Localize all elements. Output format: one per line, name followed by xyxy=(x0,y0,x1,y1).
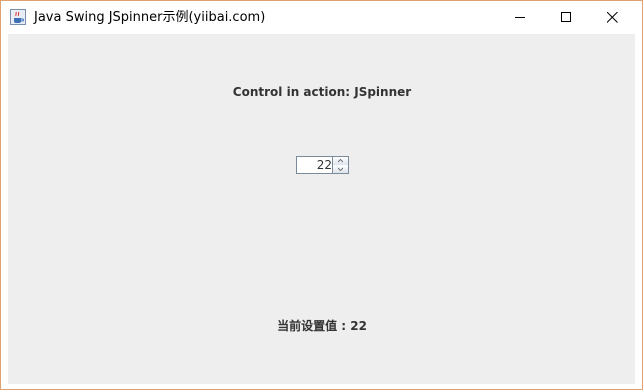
chevron-up-icon xyxy=(338,159,343,163)
app-window: Java Swing JSpinner示例(yiibai.com) Contro… xyxy=(0,0,643,390)
spinner-decrement-button[interactable] xyxy=(332,165,349,174)
number-spinner[interactable]: 22 xyxy=(296,156,349,174)
maximize-icon xyxy=(561,12,571,22)
close-icon xyxy=(607,12,618,23)
window-title: Java Swing JSpinner示例(yiibai.com) xyxy=(34,10,266,25)
chevron-down-icon xyxy=(338,167,343,171)
header-label: Control in action: JSpinner xyxy=(232,85,412,99)
minimize-button[interactable] xyxy=(498,1,544,34)
close-button[interactable] xyxy=(590,1,636,34)
title-bar[interactable]: Java Swing JSpinner示例(yiibai.com) xyxy=(1,1,642,34)
spinner-value-field[interactable]: 22 xyxy=(296,156,333,174)
java-cup-icon[interactable] xyxy=(10,9,26,25)
minimize-icon xyxy=(515,17,525,18)
content-panel: Control in action: JSpinner 22 当前设置值 : 2… xyxy=(8,34,635,384)
maximize-button[interactable] xyxy=(544,1,590,34)
status-label: 当前设置值 : 22 xyxy=(277,319,367,333)
